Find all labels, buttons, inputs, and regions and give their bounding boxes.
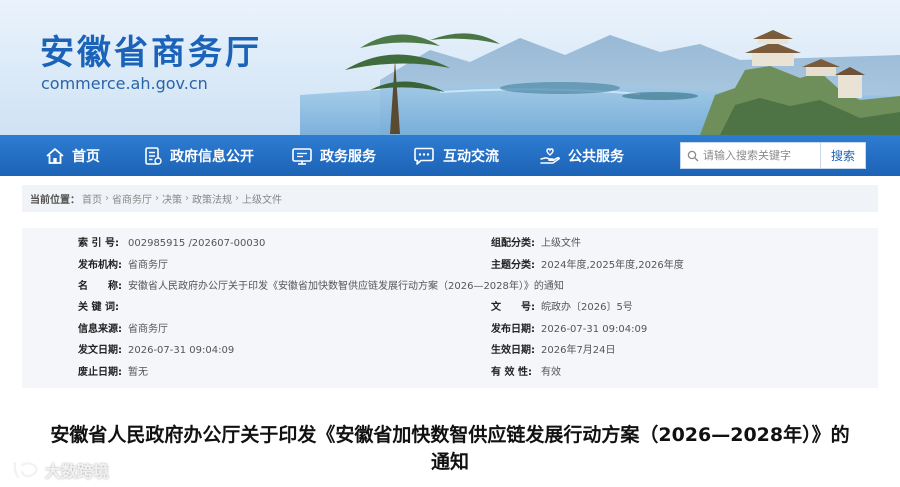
index-no-label: 索 引 号: <box>78 238 119 249</box>
search-box <box>680 142 821 169</box>
site-domain: commerce.ah.gov.cn <box>41 74 208 93</box>
info-row: 名 称: 安徽省人民政府办公厅关于印发《安徽省加快数智供应链发展行动方案（202… <box>22 276 878 297</box>
document-title-line: 安徽省人民政府办公厅关于印发《安徽省加快数智供应链发展行动方案（2026—202… <box>50 424 850 446</box>
validity-value: 有效 <box>541 367 561 378</box>
watermark-logo-icon <box>13 461 38 479</box>
publish-date-label: 发布日期: <box>491 324 535 335</box>
nav-item-label: 公共服务 <box>568 148 624 165</box>
info-row: 发文日期: 2026-07-31 09:04:09 生效日期: 2026年7月2… <box>22 340 878 361</box>
issue-date-label: 发文日期: <box>78 345 122 356</box>
nav-item-public-services[interactable]: 公共服务 <box>539 135 624 176</box>
nav-item-home[interactable]: 首页 <box>45 135 100 176</box>
chat-bubble-icon <box>414 147 434 165</box>
breadcrumb-separator: › <box>105 193 109 204</box>
main-nav: 首页 政府信息公开 政务服务 互动交流 公共服务 请输入搜索关键字 搜索 <box>0 135 900 176</box>
breadcrumb-item-department[interactable]: 省商务厅 <box>112 191 152 206</box>
publish-date-value: 2026-07-31 09:04:09 <box>541 324 648 335</box>
topic-value: 2024年度,2025年度,2026年度 <box>541 260 684 271</box>
name-label: 名 称: <box>78 281 122 292</box>
document-list-icon <box>145 146 162 165</box>
hand-heart-icon <box>540 147 561 164</box>
document-info-table: 索 引 号: 002985915 /202607-00030 组配分类: 上级文… <box>22 228 878 388</box>
breadcrumb-separator: › <box>185 193 189 204</box>
home-icon <box>46 147 64 164</box>
breadcrumb-separator: › <box>235 193 239 204</box>
doc-no-label: 文 号: <box>491 302 535 313</box>
breadcrumb-item-decision[interactable]: 决策 <box>162 191 182 206</box>
monitor-icon <box>292 147 312 165</box>
nav-item-label: 政府信息公开 <box>170 148 254 165</box>
topic-label: 主题分类: <box>491 260 535 271</box>
expiry-date-label: 废止日期: <box>78 367 122 378</box>
source-value: 省商务厅 <box>128 324 168 335</box>
expiry-date-value: 暂无 <box>128 367 148 378</box>
nav-item-gov-services[interactable]: 政务服务 <box>291 135 376 176</box>
nav-item-gov-info[interactable]: 政府信息公开 <box>143 135 254 176</box>
site-banner: 安徽省商务厅 commerce.ah.gov.cn <box>0 0 900 135</box>
breadcrumb: 当前位置： 首页 › 省商务厅 › 决策 › 政策法规 › 上级文件 <box>22 185 878 212</box>
category-label: 组配分类: <box>491 238 535 249</box>
info-row: 废止日期: 暂无 有 效 性: 有效 <box>22 362 878 383</box>
breadcrumb-separator: › <box>155 193 159 204</box>
source-label: 信息来源: <box>78 324 122 335</box>
name-value: 安徽省人民政府办公厅关于印发《安徽省加快数智供应链发展行动方案（2026—202… <box>128 281 564 292</box>
breadcrumb-lead: 当前位置： <box>30 195 80 206</box>
watermark: 大数跨境 <box>12 458 109 482</box>
document-title: 安徽省人民政府办公厅关于印发《安徽省加快数智供应链发展行动方案（2026—202… <box>20 422 880 476</box>
publisher-value: 省商务厅 <box>128 260 168 271</box>
validity-label: 有 效 性: <box>491 367 532 378</box>
nav-item-interaction[interactable]: 互动交流 <box>412 135 499 176</box>
index-no-value: 002985915 /202607-00030 <box>128 238 266 249</box>
breadcrumb-item-home[interactable]: 首页 <box>82 191 102 206</box>
site-title[interactable]: 安徽省商务厅 <box>40 33 262 73</box>
document-title-line: 通知 <box>430 451 469 473</box>
info-row: 信息来源: 省商务厅 发布日期: 2026-07-31 09:04:09 <box>22 319 878 340</box>
issue-date-value: 2026-07-31 09:04:09 <box>128 345 235 356</box>
nav-item-label: 政务服务 <box>320 148 376 165</box>
category-value: 上级文件 <box>541 238 581 249</box>
info-row: 发布机构: 省商务厅 主题分类: 2024年度,2025年度,2026年度 <box>22 255 878 276</box>
search-input[interactable] <box>703 149 815 162</box>
search-icon <box>687 150 699 161</box>
effective-date-label: 生效日期: <box>491 345 535 356</box>
info-row: 关 键 词: 文 号: 皖政办〔2026〕5号 <box>22 297 878 318</box>
breadcrumb-item-superior-docs[interactable]: 上级文件 <box>242 191 282 206</box>
publisher-label: 发布机构: <box>78 260 122 271</box>
search-button[interactable]: 搜索 <box>821 142 866 169</box>
keywords-label: 关 键 词: <box>78 302 119 313</box>
watermark-text: 大数跨境 <box>45 462 110 481</box>
nav-item-label: 互动交流 <box>443 148 499 165</box>
effective-date-value: 2026年7月24日 <box>541 345 616 356</box>
nav-item-label: 首页 <box>72 148 100 165</box>
doc-no-value: 皖政办〔2026〕5号 <box>541 302 633 313</box>
breadcrumb-item-policy[interactable]: 政策法规 <box>192 191 232 206</box>
page: 安徽省商务厅 commerce.ah.gov.cn 首页 政府信息公开 政务服务… <box>0 0 900 487</box>
info-row: 索 引 号: 002985915 /202607-00030 组配分类: 上级文… <box>22 233 878 254</box>
